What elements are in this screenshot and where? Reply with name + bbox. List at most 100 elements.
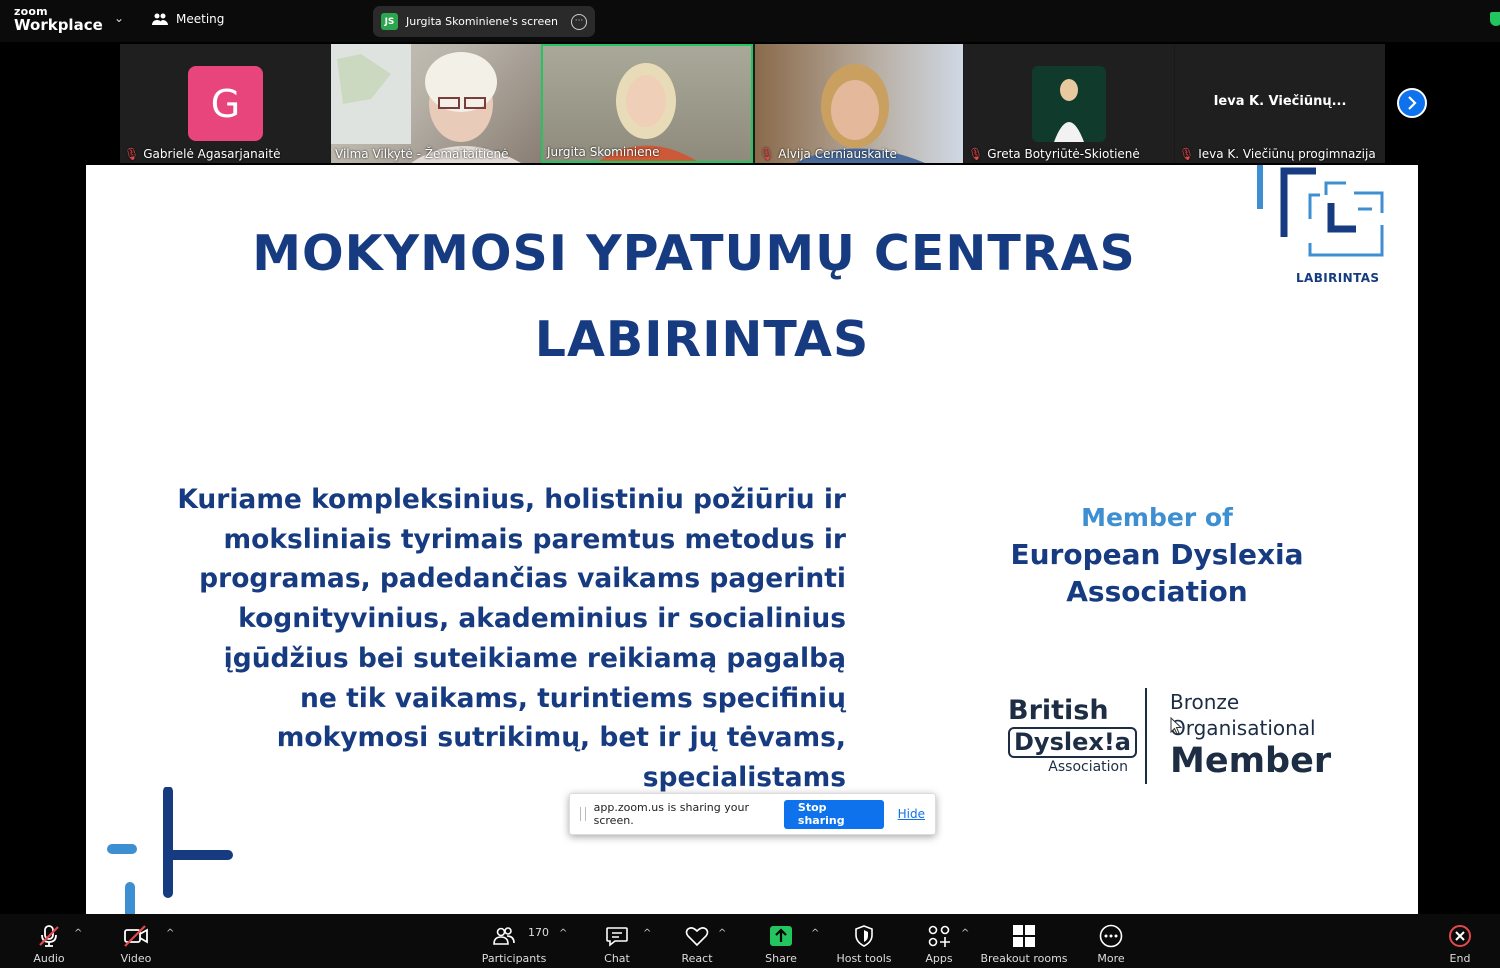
more-options-icon[interactable]: ··· <box>571 13 587 30</box>
chevron-up-icon[interactable]: ^ <box>643 928 651 939</box>
slide-title: MOKYMOSI YPATUMŲ CENTRAS <box>252 225 1136 282</box>
share-label: Share <box>765 952 797 965</box>
slide-body-text: Kuriame kompleksinius, holistiniu požiūr… <box>166 480 846 798</box>
audio-button[interactable]: Audio <box>30 914 68 968</box>
breakout-rooms-icon <box>1012 923 1036 949</box>
profile-picture <box>1032 66 1106 142</box>
chevron-up-icon[interactable]: ^ <box>166 928 174 939</box>
meeting-label: Meeting <box>176 12 225 26</box>
bda-dyslexia: Dyslex!a <box>1008 727 1137 758</box>
chevron-up-icon[interactable]: ^ <box>559 928 567 939</box>
camera-off-icon <box>123 923 149 949</box>
more-label: More <box>1097 952 1125 965</box>
chevron-up-icon[interactable]: ^ <box>718 928 726 939</box>
mic-muted-icon: 🎙︎ <box>1179 147 1195 161</box>
more-button[interactable]: More <box>1094 914 1128 968</box>
body-line: įgūdžius bei suteikiame reikiamą pagalbą <box>223 642 846 674</box>
mic-muted-icon: 🎙︎ <box>124 147 140 161</box>
meeting-toolbar: Audio ^ Video ^ Participants 170 ^ Chat … <box>0 914 1500 968</box>
chevron-down-icon[interactable]: ⌄ <box>114 11 124 25</box>
participant-tile-active-speaker[interactable]: Jurgita Skominiene <box>541 44 753 163</box>
british-dyslexia-association-logo: British Dyslex!a Association <box>1008 695 1137 775</box>
share-screen-icon <box>769 923 793 949</box>
video-feed <box>795 64 925 163</box>
participant-name-text: Gabrielė Agasarjanaitė <box>143 147 281 161</box>
participant-name-text: Jurgita Skominiene <box>547 145 660 159</box>
participants-label: Participants <box>481 952 547 965</box>
video-label: Video <box>120 952 152 965</box>
host-tools-label: Host tools <box>836 952 892 965</box>
participant-tile[interactable]: Ieva K. Viečiūnų... 🎙︎ Ieva K. Viečiūnų … <box>1175 44 1385 163</box>
hide-link[interactable]: Hide <box>898 807 925 821</box>
zoom-workplace-logo[interactable]: zoom Workplace <box>14 6 103 33</box>
shield-icon <box>853 923 875 949</box>
mouse-cursor-icon <box>1170 717 1182 735</box>
more-icon <box>1099 923 1123 949</box>
screen-sharing-banner: app.zoom.us is sharing your screen. Stop… <box>569 793 936 835</box>
participant-tile[interactable]: G 🎙︎ Gabrielė Agasarjanaitė <box>120 44 330 163</box>
eda-name-line1: European Dyslexia <box>1010 538 1304 571</box>
avatar: G <box>188 66 263 141</box>
react-label: React <box>681 952 713 965</box>
bronze-line2: Organisational <box>1170 716 1316 740</box>
participant-name: Vilma Vilkytė - Žemaitaitienė <box>335 147 509 161</box>
bda-association: Association <box>1048 759 1128 775</box>
security-shield-icon <box>1490 12 1500 26</box>
close-icon <box>1448 923 1472 949</box>
react-button[interactable]: React <box>678 914 716 968</box>
meeting-menu[interactable]: Meeting <box>152 12 224 26</box>
share-button[interactable]: Share <box>762 914 800 968</box>
eda-membership: Member of European Dyslexia Association <box>976 500 1338 610</box>
participant-tile[interactable]: 🎙︎ Greta Botyriūtė-Skiotienė <box>964 44 1174 163</box>
bronze-line3: Member <box>1170 741 1332 781</box>
participant-tile[interactable]: 🎙︎ Alvija Cerniauskaite <box>755 44 963 163</box>
stop-sharing-button[interactable]: Stop sharing <box>783 799 884 829</box>
participant-display-name: Ieva K. Viečiūnų... <box>1213 94 1347 109</box>
shared-screen-pill[interactable]: JS Jurgita Skominiene's screen ··· <box>373 6 595 37</box>
chat-label: Chat <box>604 952 630 965</box>
body-line: kognityvinius, akademinius ir socialiniu… <box>238 603 846 635</box>
video-feed <box>331 44 521 163</box>
body-line: ne tik vaikams, turintiems specifinių <box>300 682 846 714</box>
bronze-membership: Bronze Organisational Member <box>1170 689 1331 781</box>
audio-label: Audio <box>33 952 65 965</box>
chat-button[interactable]: Chat <box>600 914 634 968</box>
sharer-avatar: JS <box>381 13 398 30</box>
bda-british: British <box>1008 695 1109 726</box>
member-of-label: Member of <box>1081 503 1233 532</box>
breakout-rooms-button[interactable]: Breakout rooms <box>981 914 1068 968</box>
chevron-up-icon[interactable]: ^ <box>74 928 82 939</box>
chat-icon <box>605 923 629 949</box>
chevron-up-icon[interactable]: ^ <box>961 928 969 939</box>
body-line: mokymosi sutrikimų, bet ir jų tėvams, <box>276 722 846 754</box>
participant-tile[interactable]: Vilma Vilkytė - Žemaitaitienė <box>331 44 541 163</box>
body-line: programas, padedančias vaikams pagerinti <box>199 563 846 595</box>
heart-icon <box>685 923 709 949</box>
drag-handle-icon[interactable] <box>580 807 586 821</box>
shared-screen-label: Jurgita Skominiene's screen <box>406 15 558 28</box>
logo-big-text: Workplace <box>14 16 103 34</box>
chevron-up-icon[interactable]: ^ <box>811 928 819 939</box>
participant-gallery: G 🎙︎ Gabrielė Agasarjanaitė Vilma Vilkyt… <box>120 44 1385 163</box>
next-page-button[interactable] <box>1397 88 1427 118</box>
body-line: specialistams <box>642 761 846 793</box>
participant-name: 🎙︎ Alvija Cerniauskaite <box>759 147 897 161</box>
divider <box>1145 688 1147 784</box>
end-meeting-button[interactable]: End <box>1444 914 1476 968</box>
chevron-right-icon <box>1408 96 1417 110</box>
participant-name-text: Greta Botyriūtė-Skiotienė <box>987 147 1140 161</box>
participant-name: 🎙︎ Ieva K. Viečiūnų progimnazija <box>1179 147 1376 161</box>
apps-button[interactable]: Apps <box>922 914 956 968</box>
apps-label: Apps <box>925 952 953 965</box>
participant-name: 🎙︎ Gabrielė Agasarjanaitė <box>124 147 280 161</box>
mic-muted-icon: 🎙︎ <box>759 147 775 161</box>
participants-button[interactable]: Participants <box>481 914 547 968</box>
eda-name-line2: Association <box>1066 575 1248 608</box>
microphone-muted-icon <box>37 923 61 949</box>
body-line: Kuriame kompleksinius, holistiniu požiūr… <box>177 484 846 515</box>
host-tools-button[interactable]: Host tools <box>836 914 892 968</box>
video-button[interactable]: Video <box>116 914 156 968</box>
participant-name-text: Ieva K. Viečiūnų progimnazija <box>1198 147 1376 161</box>
logo-caption: LABIRINTAS <box>1296 271 1380 285</box>
people-icon <box>152 13 168 25</box>
